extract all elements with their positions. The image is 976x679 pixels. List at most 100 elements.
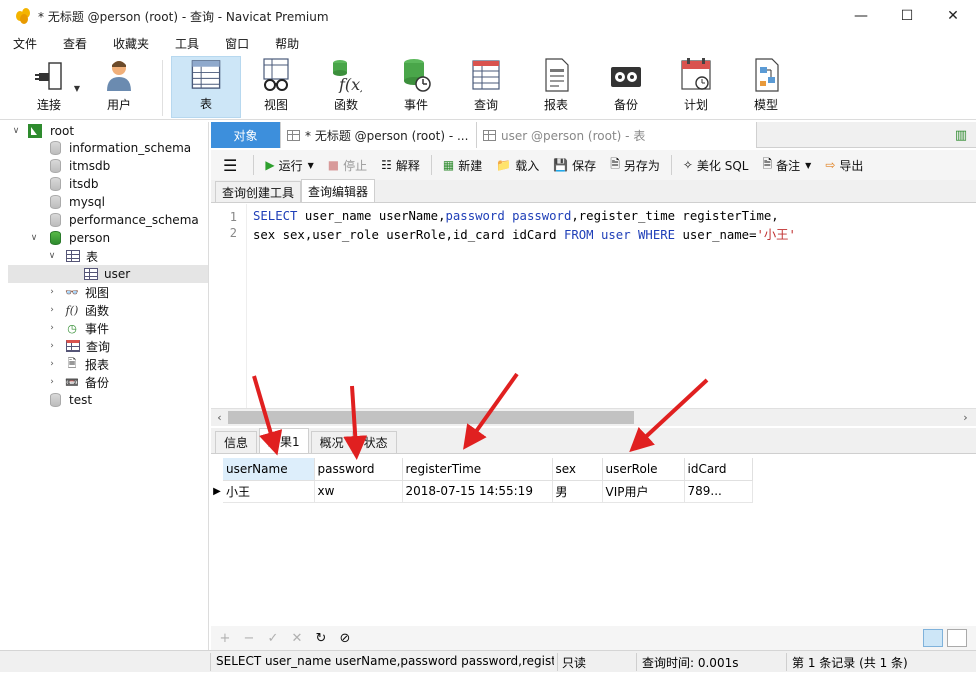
tab-query-builder[interactable]: 查询创建工具 [215, 181, 302, 202]
table-cell[interactable]: xw [314, 480, 403, 503]
menu-file[interactable]: 文件 [0, 32, 50, 56]
tab-result-1[interactable]: 结果1 [259, 428, 309, 453]
tab-query-editor[interactable]: 查询编辑器 [301, 179, 376, 202]
chevron-right-icon[interactable]: › [46, 359, 58, 369]
tab-status[interactable]: 状态 [354, 431, 397, 453]
save-as-button[interactable]: 🗎 另存为 [603, 152, 667, 178]
toolbar-connect-button[interactable]: 连接 ▼ [14, 56, 84, 118]
toolbar-report-button[interactable]: 报表 [521, 56, 591, 118]
tree-item-user-table[interactable]: user [8, 265, 208, 283]
chevron-down-icon[interactable]: ∨ [10, 126, 22, 136]
tree-item-performance-schema[interactable]: performance_schema [50, 211, 199, 229]
tree-item-reports[interactable]: › 🗎 报表 [46, 355, 109, 373]
table-cell[interactable]: 789... [684, 480, 753, 503]
tree-item-itmsdb[interactable]: itmsdb [50, 157, 110, 175]
chevron-right-icon[interactable]: › [46, 341, 58, 351]
tab-info[interactable]: 信息 [215, 431, 258, 453]
save-button[interactable]: 💾 保存 [546, 152, 603, 178]
scroll-left-icon[interactable]: ‹ [211, 409, 228, 426]
main-toolbar: 连接 ▼ 用户 表 视图 f(x) 函数 [0, 56, 976, 120]
chevron-down-icon[interactable]: ▼ [308, 161, 314, 170]
tree-item-tables[interactable]: ∨ 表 [46, 247, 98, 265]
menu-window[interactable]: 窗口 [212, 32, 262, 56]
tree-item-events[interactable]: › ◷ 事件 [46, 319, 109, 337]
tree-item-information-schema[interactable]: information_schema [50, 139, 191, 157]
grid-toolbar: + − ✓ ✕ ↻ ⊘ [211, 626, 976, 650]
toolbar-event-button[interactable]: 事件 [381, 56, 451, 118]
column-header-idcard[interactable]: idCard [684, 458, 753, 481]
column-header-sex[interactable]: sex [552, 458, 603, 481]
hamburger-icon[interactable]: ☰ [211, 152, 249, 178]
column-header-userrole[interactable]: userRole [602, 458, 685, 481]
toolbar-schedule-button[interactable]: 计划 [661, 56, 731, 118]
chevron-down-icon[interactable]: ▼ [74, 84, 80, 93]
toolbar-separator [430, 155, 432, 175]
new-query-button[interactable]: ▦ 新建 [436, 152, 489, 178]
new-query-icon[interactable]: ▥ [952, 126, 970, 144]
tree-item-backups[interactable]: › 📼 备份 [46, 373, 109, 391]
table-cell[interactable]: VIP用户 [602, 480, 685, 503]
chevron-right-icon[interactable]: › [46, 377, 58, 387]
tab-objects[interactable]: 对象 [211, 122, 281, 148]
beautify-sql-button[interactable]: ✧ 美化 SQL [676, 152, 756, 178]
toolbar-function-button[interactable]: f(x) 函数 [311, 56, 381, 118]
add-record-icon[interactable]: + [213, 631, 237, 646]
maximize-button[interactable]: ☐ [884, 0, 930, 32]
chevron-right-icon[interactable]: › [46, 287, 58, 297]
close-button[interactable]: ✕ [930, 0, 976, 32]
menu-view[interactable]: 查看 [50, 32, 100, 56]
toolbar-model-button[interactable]: 模型 [731, 56, 801, 118]
table-cell[interactable]: 2018-07-15 14:55:19 [402, 480, 553, 503]
tab-user-table[interactable]: user @person (root) - 表 [477, 122, 757, 148]
chevron-right-icon[interactable]: › [46, 305, 58, 315]
table-cell[interactable]: 男 [552, 480, 603, 503]
minimize-button[interactable]: — [838, 0, 884, 32]
explain-button[interactable]: ☷ 解释 [374, 152, 427, 178]
chevron-down-icon[interactable]: ∨ [28, 233, 40, 243]
scroll-right-icon[interactable]: › [957, 409, 974, 426]
tree-item-root[interactable]: ∨ root [10, 122, 74, 140]
export-button[interactable]: ⇨ 导出 [818, 152, 870, 178]
sql-editor[interactable]: 1 2 SELECT user_name userName,password p… [211, 204, 976, 408]
grid-view-icon[interactable] [923, 629, 943, 647]
stop-icon[interactable]: ⊘ [333, 631, 357, 646]
apply-changes-icon[interactable]: ✓ [261, 631, 285, 646]
toolbar-query-button[interactable]: 查询 [451, 56, 521, 118]
column-header-password[interactable]: password [314, 458, 403, 481]
toolbar-backup-button[interactable]: 备份 [591, 56, 661, 118]
tree-item-views[interactable]: › 👓 视图 [46, 283, 109, 301]
sql-keyword: user [600, 228, 631, 242]
editor-horizontal-scrollbar[interactable]: ‹ › [211, 408, 976, 426]
tab-query-untitled[interactable]: * 无标题 @person (root) - ... [281, 122, 477, 148]
tree-item-test[interactable]: test [50, 391, 92, 409]
toolbar-user-button[interactable]: 用户 [84, 56, 154, 118]
tab-profile[interactable]: 概况 [310, 431, 353, 453]
tree-item-queries[interactable]: › 查询 [46, 337, 110, 355]
load-button[interactable]: 📁 载入 [489, 152, 546, 178]
run-button[interactable]: ▶ 运行 ▼ [258, 152, 320, 178]
delete-record-icon[interactable]: − [237, 631, 261, 646]
tree-item-itsdb[interactable]: itsdb [50, 175, 99, 193]
tree-item-person[interactable]: ∨ person [28, 229, 110, 247]
column-header-registertime[interactable]: registerTime [402, 458, 553, 481]
menu-tools[interactable]: 工具 [162, 32, 212, 56]
column-header-username[interactable]: userName [223, 458, 315, 481]
chevron-right-icon[interactable]: › [46, 323, 58, 333]
table-cell[interactable]: 小王 [223, 480, 315, 503]
refresh-icon[interactable]: ↻ [309, 631, 333, 646]
discard-changes-icon[interactable]: ✕ [285, 631, 309, 646]
scrollbar-thumb[interactable] [228, 411, 634, 424]
comment-button[interactable]: 🗎 备注 ▼ [756, 152, 819, 178]
tree-item-functions[interactable]: › f() 函数 [46, 301, 109, 319]
menu-favorites[interactable]: 收藏夹 [100, 32, 162, 56]
form-view-icon[interactable] [947, 629, 967, 647]
chevron-down-icon[interactable]: ▼ [805, 161, 811, 170]
table-row[interactable]: ▶ 小王 xw 2018-07-15 14:55:19 男 VIP用户 789.… [211, 480, 753, 503]
menu-help[interactable]: 帮助 [262, 32, 312, 56]
tree-item-mysql[interactable]: mysql [50, 193, 105, 211]
toolbar-table-button[interactable]: 表 [171, 56, 241, 118]
toolbar-view-button[interactable]: 视图 [241, 56, 311, 118]
stop-button[interactable]: ■ 停止 [321, 152, 374, 178]
chevron-down-icon[interactable]: ∨ [46, 251, 58, 261]
